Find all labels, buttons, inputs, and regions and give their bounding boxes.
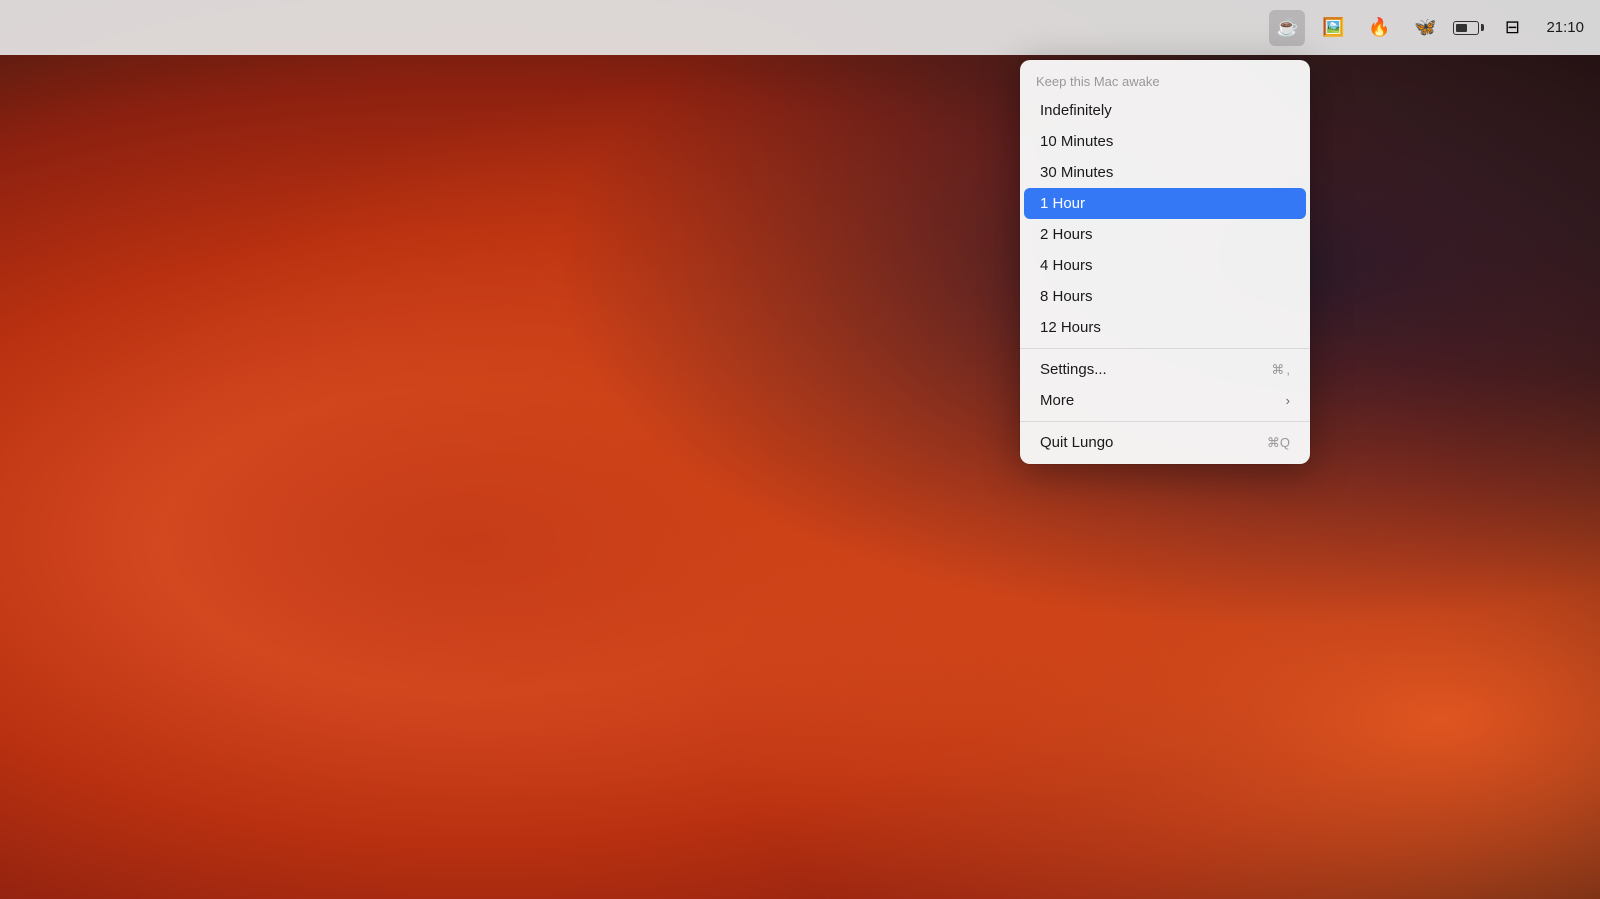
fire-icon: 🔥: [1368, 17, 1390, 38]
menu-item-10-minutes[interactable]: 10 Minutes: [1024, 126, 1306, 157]
desktop-background: [0, 0, 1600, 899]
menu-item-settings[interactable]: Settings... ⌘ ,: [1024, 354, 1306, 385]
menu-item-1-hour-label: 1 Hour: [1040, 195, 1085, 212]
menu-item-8-hours-label: 8 Hours: [1040, 288, 1093, 305]
butterfly-menubar-icon[interactable]: 🦋: [1407, 10, 1443, 46]
menubar-icons: ☕ 🖼️ 🔥 🦋 ⊟ 21:10: [1269, 10, 1584, 46]
controlcenter-icon[interactable]: ⊟: [1494, 10, 1530, 46]
lungo-dropdown-menu: Keep this Mac awake Indefinitely 10 Minu…: [1020, 60, 1310, 464]
menu-item-12-hours[interactable]: 12 Hours: [1024, 312, 1306, 343]
finder-menubar-icon[interactable]: 🖼️: [1315, 10, 1351, 46]
chevron-right-icon: ›: [1286, 393, 1290, 408]
battery-tip: [1481, 24, 1484, 31]
menu-item-12-hours-label: 12 Hours: [1040, 319, 1101, 336]
comma-symbol: ,: [1286, 362, 1290, 377]
battery-indicator: [1453, 21, 1484, 35]
menubar: ☕ 🖼️ 🔥 🦋 ⊟ 21:10: [0, 0, 1600, 55]
menu-item-4-hours-label: 4 Hours: [1040, 257, 1093, 274]
lungo-menubar-icon[interactable]: ☕: [1269, 10, 1305, 46]
menu-header: Keep this Mac awake: [1020, 66, 1310, 95]
cmd-q-symbol: ⌘Q: [1267, 435, 1290, 451]
clock: 21:10: [1546, 19, 1584, 36]
menu-item-1-hour[interactable]: 1 Hour: [1024, 188, 1306, 219]
menu-item-quit-label: Quit Lungo: [1040, 434, 1113, 451]
battery-body: [1453, 21, 1479, 35]
divider-1: [1020, 348, 1310, 349]
settings-shortcut: ⌘ ,: [1271, 362, 1290, 378]
divider-2: [1020, 421, 1310, 422]
butterfly-icon: 🦋: [1414, 17, 1436, 38]
menu-item-30-minutes-label: 30 Minutes: [1040, 164, 1113, 181]
menu-item-quit[interactable]: Quit Lungo ⌘Q: [1024, 427, 1306, 458]
battery-fill: [1456, 24, 1467, 32]
menu-item-8-hours[interactable]: 8 Hours: [1024, 281, 1306, 312]
menu-item-more[interactable]: More ›: [1024, 385, 1306, 416]
lungo-cup-icon: ☕: [1276, 17, 1298, 38]
menu-item-indefinitely-label: Indefinitely: [1040, 102, 1112, 119]
image-icon: 🖼️: [1322, 17, 1344, 38]
menu-item-2-hours-label: 2 Hours: [1040, 226, 1093, 243]
menu-item-settings-label: Settings...: [1040, 361, 1107, 378]
menu-item-more-label: More: [1040, 392, 1074, 409]
menu-item-4-hours[interactable]: 4 Hours: [1024, 250, 1306, 281]
menu-item-2-hours[interactable]: 2 Hours: [1024, 219, 1306, 250]
quit-shortcut: ⌘Q: [1267, 435, 1290, 451]
controlcenter-symbol: ⊟: [1505, 17, 1520, 38]
flame-menubar-icon[interactable]: 🔥: [1361, 10, 1397, 46]
menu-item-10-minutes-label: 10 Minutes: [1040, 133, 1113, 150]
menu-item-indefinitely[interactable]: Indefinitely: [1024, 95, 1306, 126]
menu-item-30-minutes[interactable]: 30 Minutes: [1024, 157, 1306, 188]
cmd-symbol: ⌘: [1271, 362, 1284, 378]
